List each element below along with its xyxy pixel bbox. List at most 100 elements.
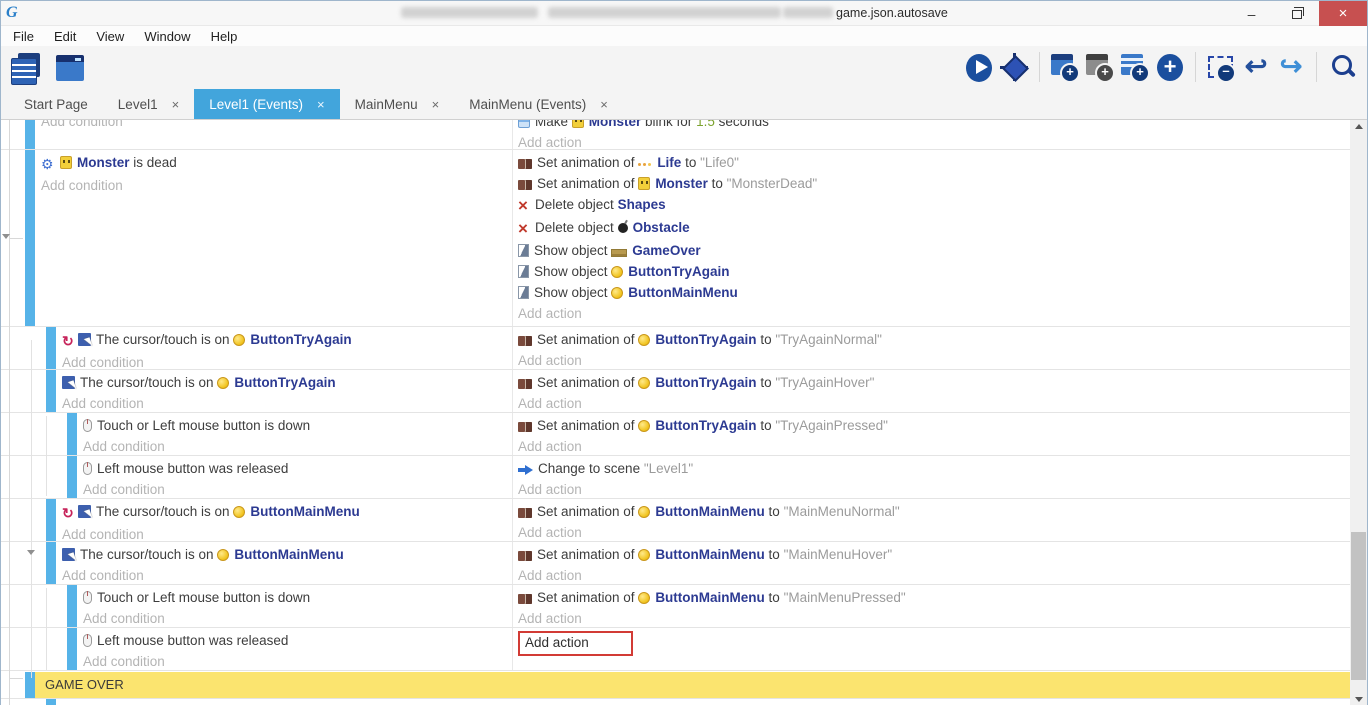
add-special-button[interactable] (1155, 51, 1185, 83)
number-param: 1.5 (696, 120, 715, 129)
add-action[interactable]: Add action (518, 393, 1346, 413)
minimize-button[interactable]: – (1229, 1, 1274, 26)
condition-line[interactable]: The cursor/touch is on ButtonTryAgain (62, 329, 508, 352)
add-action[interactable]: Add action (518, 479, 1346, 499)
undo-button[interactable]: ↩ (1241, 51, 1271, 83)
tab-close-icon[interactable]: × (432, 97, 440, 112)
add-comment-button[interactable] (1120, 51, 1150, 83)
action-line[interactable]: Show object GameOver (518, 240, 1346, 261)
event-bar (46, 542, 56, 584)
condition-line[interactable]: The cursor/touch is on ButtonMainMenu (62, 544, 508, 565)
scrollbar-thumb[interactable] (1351, 532, 1366, 680)
tab-label: MainMenu (Events) (469, 97, 586, 112)
debug-button[interactable] (999, 51, 1029, 83)
menu-view[interactable]: View (86, 29, 134, 44)
menu-help[interactable]: Help (201, 29, 248, 44)
object-name: Monster (589, 120, 642, 129)
restore-button[interactable] (1274, 1, 1319, 26)
add-action-highlighted[interactable]: Add action (518, 631, 633, 656)
add-condition[interactable]: Add condition (62, 565, 508, 585)
tab-mainmenu[interactable]: MainMenu × (340, 89, 455, 119)
comment-row[interactable]: GAME OVER (1, 671, 1350, 699)
action-line[interactable]: Change to scene "Level1" (518, 458, 1346, 479)
action-line[interactable]: Set animation of Monster to "MonsterDead… (518, 173, 1346, 194)
menu-edit[interactable]: Edit (44, 29, 86, 44)
tab-close-icon[interactable]: × (600, 97, 608, 112)
scroll-down-icon[interactable] (1355, 697, 1363, 702)
menu-file[interactable]: File (3, 29, 44, 44)
tab-label: Level1 (Events) (209, 97, 303, 112)
object-name: Monster (77, 155, 130, 170)
tab-level1-events-[interactable]: Level1 (Events) × (194, 89, 339, 119)
action-line[interactable]: Set animation of ButtonMainMenu to "Main… (518, 544, 1346, 565)
tab-label: MainMenu (355, 97, 418, 112)
action-line[interactable]: Show object ButtonTryAgain (518, 261, 1346, 282)
conditions-content: Add condition (35, 120, 512, 149)
redo-button[interactable]: ↪ (1276, 51, 1306, 83)
action-line[interactable]: Delete object Obstacle (518, 217, 1346, 240)
event-row: The cursor/touch is on ButtonMainMenuAdd… (1, 499, 1350, 542)
add-action[interactable]: Add action (518, 350, 1346, 370)
action-line[interactable]: Set animation of ButtonMainMenu to "Main… (518, 501, 1346, 522)
object-name: ButtonMainMenu (628, 285, 737, 300)
search-button[interactable] (1327, 51, 1357, 83)
comment-text[interactable]: GAME OVER (35, 672, 1350, 698)
condition-line[interactable]: Touch or Left mouse button is down (83, 415, 508, 436)
add-condition[interactable]: Add condition (62, 393, 508, 413)
add-action[interactable]: Add action (518, 436, 1346, 456)
action-line[interactable]: Delete object Shapes (518, 194, 1346, 217)
add-condition[interactable]: Add condition (83, 608, 508, 628)
condition-line[interactable]: The cursor/touch is on ButtonTryAgain (62, 372, 508, 393)
condition-line[interactable]: Left mouse button was released (83, 458, 508, 479)
menu-window[interactable]: Window (134, 29, 200, 44)
scene-editor-button[interactable] (53, 51, 87, 85)
gameover-icon (611, 249, 627, 257)
add-condition[interactable]: Add condition (83, 479, 508, 499)
add-condition[interactable]: Add condition (41, 120, 508, 132)
condition-line[interactable]: Touch or Left mouse button is down (83, 587, 508, 608)
condition-line[interactable]: The cursor/touch is on ButtonMainMenu (62, 501, 508, 524)
action-line[interactable]: Make Monster blink for 1.5 seconds (518, 120, 1346, 132)
add-subevent-button[interactable] (1085, 51, 1115, 83)
scroll-up-icon[interactable] (1355, 124, 1363, 129)
play-button[interactable] (964, 51, 994, 83)
anim-icon (518, 379, 532, 389)
add-action[interactable]: Add action (518, 132, 1346, 150)
blink-icon (518, 120, 530, 128)
condition-line[interactable]: Left mouse button was released (83, 630, 508, 651)
action-line[interactable]: Show object ButtonMainMenu (518, 282, 1346, 303)
text: blink for (641, 120, 696, 129)
indent-spacer (1, 413, 67, 455)
remove-selection-button[interactable] (1206, 51, 1236, 83)
object-name: GameOver (632, 243, 700, 258)
tab-close-icon[interactable]: × (172, 97, 180, 112)
action-line[interactable]: Set animation of ButtonTryAgain to "TryA… (518, 415, 1346, 436)
project-manager-button[interactable] (9, 51, 43, 85)
tab-close-icon[interactable]: × (317, 97, 325, 112)
action-line[interactable]: Set animation of ButtonTryAgain to "TryA… (518, 329, 1346, 350)
add-condition[interactable]: Add condition (41, 175, 508, 196)
string-param: "TryAgainPressed" (775, 418, 888, 433)
tab-start-page[interactable]: Start Page (9, 89, 103, 119)
add-action[interactable]: Add action (518, 303, 1346, 324)
add-condition[interactable]: Add condition (62, 352, 508, 370)
conditions-content: The cursor/touch is on ButtonMainMenuAdd… (56, 542, 512, 584)
add-action[interactable]: Add action (518, 565, 1346, 585)
action-line[interactable]: Set animation of ButtonMainMenu to "Main… (518, 587, 1346, 608)
text: to (708, 176, 727, 191)
string-param: "MainMenuNormal" (784, 504, 900, 519)
scrollbar[interactable] (1350, 120, 1367, 705)
close-button[interactable]: × (1319, 1, 1367, 26)
action-line[interactable]: Set animation of Life to "Life0" (518, 152, 1346, 173)
add-action[interactable]: Add action (518, 522, 1346, 542)
add-condition[interactable]: Add condition (62, 524, 508, 542)
tab-level1[interactable]: Level1× (103, 89, 194, 119)
text: is dead (130, 155, 177, 170)
add-event-button[interactable] (1050, 51, 1080, 83)
tab-mainmenu-events-[interactable]: MainMenu (Events) × (454, 89, 623, 119)
add-condition[interactable]: Add condition (83, 651, 508, 671)
condition-line[interactable]: Monster is dead (41, 152, 508, 175)
add-condition[interactable]: Add condition (83, 436, 508, 456)
action-line[interactable]: Set animation of ButtonTryAgain to "TryA… (518, 372, 1346, 393)
add-action[interactable]: Add action (518, 608, 1346, 628)
